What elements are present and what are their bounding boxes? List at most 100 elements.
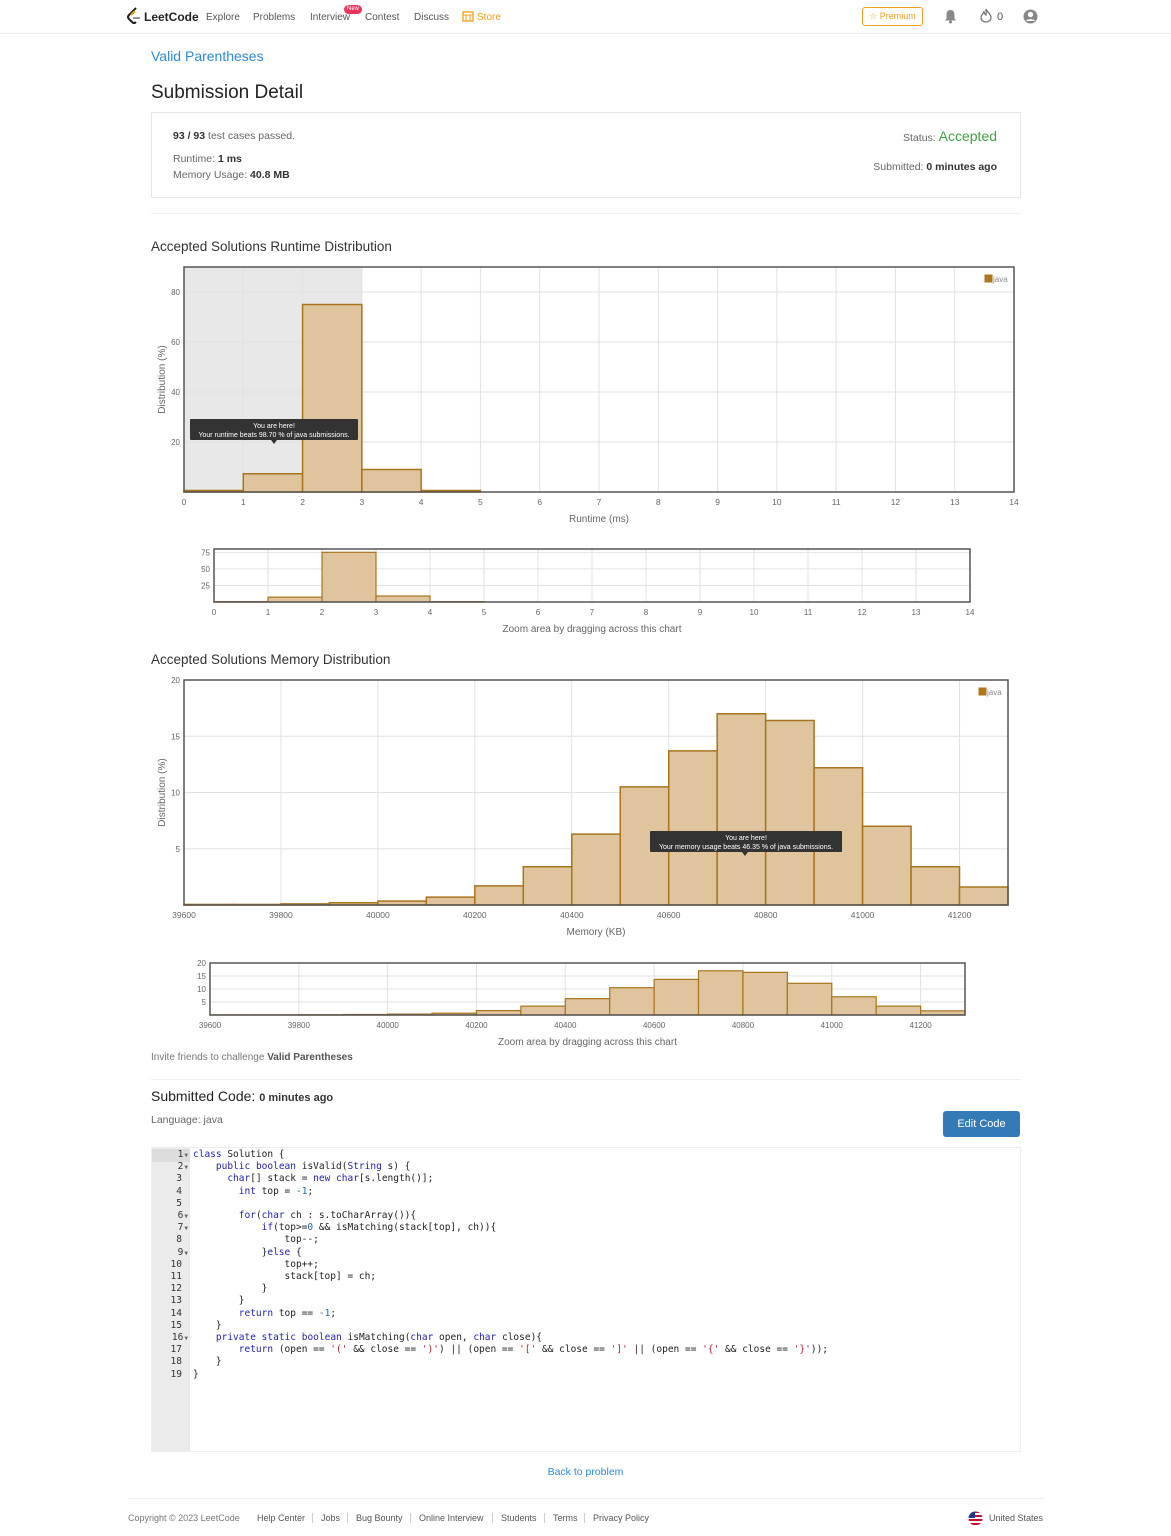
memory-x-tick-label: 40600 bbox=[657, 910, 681, 920]
zoom-runtime-x-tick-label: 2 bbox=[320, 608, 325, 617]
runtime-x-tick-label: 7 bbox=[597, 497, 602, 507]
memory-y-axis-label: Distribution (%) bbox=[157, 758, 168, 826]
memory-bar bbox=[522, 866, 573, 906]
footer-terms[interactable]: Terms bbox=[553, 1513, 578, 1523]
code-line: private static boolean isMatching(char o… bbox=[215, 1332, 543, 1343]
zoom-memory-x-tick-label: 40800 bbox=[732, 1021, 755, 1030]
zoom-memory-x-tick-label: 41000 bbox=[821, 1021, 844, 1030]
runtime-x-tick-label: 1 bbox=[241, 497, 246, 507]
code-line: stack[top] = ch; bbox=[193, 1271, 377, 1282]
memory-x-tick-label: 39600 bbox=[172, 910, 196, 920]
memory-x-axis-label: Memory (KB) bbox=[567, 927, 626, 938]
memory-y-tick-label: 10 bbox=[171, 789, 180, 798]
fold-arrow-icon[interactable]: ▼ bbox=[184, 1335, 188, 1342]
footer-bug-bounty[interactable]: Bug Bounty bbox=[356, 1513, 403, 1523]
zoom-memory-x-tick-label: 40600 bbox=[643, 1021, 666, 1030]
runtime-x-tick-label: 10 bbox=[772, 497, 782, 507]
code-line: char[] stack = new char[s.length()]; bbox=[227, 1173, 434, 1185]
runtime-x-tick-label: 6 bbox=[537, 497, 542, 507]
runtime-y-axis-label: Distribution (%) bbox=[157, 345, 168, 413]
runtime-x-tick-label: 9 bbox=[715, 497, 720, 507]
fold-arrow-icon[interactable]: ▼ bbox=[184, 1152, 188, 1159]
runtime-x-axis-label: Runtime (ms) bbox=[569, 514, 629, 525]
zoom-memory-bar bbox=[609, 987, 655, 1016]
zoom-runtime-x-tick-label: 4 bbox=[428, 608, 433, 617]
runtime-x-tick-label: 3 bbox=[359, 497, 364, 507]
runtime-legend-label: java bbox=[992, 275, 1008, 284]
zoom-memory-bar bbox=[831, 996, 877, 1016]
zoom-memory-bar bbox=[875, 1005, 922, 1016]
zoom-runtime-x-tick-label: 8 bbox=[644, 608, 649, 617]
language-label: Language: java bbox=[151, 1114, 223, 1126]
zoom-memory-bar bbox=[520, 1005, 566, 1016]
distribution-charts[interactable]: 0 1 2 3 4 5 6 7 8 9 10 11 12 13 1420406080Runtime (ms)… bbox=[0, 0, 1171, 1060]
zoom-runtime-x-tick-label: 5 bbox=[482, 608, 487, 617]
footer-online-interview[interactable]: Online Interview bbox=[419, 1513, 484, 1523]
divider bbox=[151, 1079, 1021, 1080]
memory-tooltip-line2: Your memory usage beats 46.35 % of java … bbox=[659, 844, 833, 851]
fold-arrow-icon[interactable]: ▼ bbox=[184, 1164, 188, 1171]
memory-x-tick-label: 41000 bbox=[851, 910, 875, 920]
memory-y-tick-label: 15 bbox=[171, 732, 180, 741]
line-number: 15 bbox=[170, 1319, 182, 1331]
line-number: 8 bbox=[176, 1234, 182, 1246]
region-selector[interactable]: United States bbox=[989, 1513, 1043, 1523]
code-line: } bbox=[193, 1295, 245, 1307]
runtime-bar bbox=[301, 303, 363, 493]
runtime-x-tick-label: 11 bbox=[832, 497, 841, 507]
code-editor[interactable]: 1▼ 2▼ 3 4 5 6▼ 7▼ 8 9▼ 10 11 12 13 14 15 16▼ 17 18 19 clas… bbox=[151, 1147, 1021, 1452]
edit-code-button[interactable]: Edit Code bbox=[943, 1111, 1020, 1137]
back-to-problem-link[interactable]: Back to problem bbox=[0, 1466, 1171, 1478]
line-number: 10 bbox=[170, 1258, 182, 1270]
footer-help-center[interactable]: Help Center bbox=[257, 1513, 305, 1523]
memory-bar bbox=[667, 750, 718, 906]
runtime-tooltip-line1: You are here! bbox=[253, 423, 295, 430]
footer-privacy-policy[interactable]: Privacy Policy bbox=[593, 1513, 649, 1523]
line-number: 14 bbox=[170, 1307, 182, 1319]
fold-arrow-icon[interactable]: ▼ bbox=[184, 1250, 188, 1257]
runtime-bar bbox=[242, 473, 304, 493]
footer-separator bbox=[410, 1513, 411, 1523]
line-number: 3 bbox=[176, 1173, 182, 1185]
memory-legend-label: java bbox=[986, 688, 1002, 697]
footer-separator bbox=[312, 1513, 313, 1523]
line-number: 5 bbox=[176, 1197, 182, 1209]
code-line: } bbox=[193, 1283, 268, 1295]
code-line: return (open == '(' && close == ')') || … bbox=[238, 1344, 829, 1356]
code-line: for(char ch : s.toCharArray()){ bbox=[238, 1210, 417, 1221]
runtime-x-tick-label: 0 bbox=[182, 497, 187, 507]
zoom-memory-y-tick-label: 15 bbox=[197, 972, 206, 981]
zoom-runtime-label: Zoom area by dragging across this chart bbox=[503, 624, 682, 635]
code-line: class Solution { bbox=[193, 1149, 285, 1160]
runtime-x-tick-label: 12 bbox=[891, 497, 901, 507]
zoom-runtime-x-tick-label: 13 bbox=[912, 608, 921, 617]
memory-x-tick-label: 40000 bbox=[366, 910, 390, 920]
zoom-runtime-x-tick-label: 6 bbox=[536, 608, 541, 617]
line-number: 12 bbox=[170, 1283, 182, 1295]
memory-tooltip-line1: You are here! bbox=[725, 835, 767, 842]
zoom-memory-bar bbox=[564, 998, 611, 1016]
line-number: 17 bbox=[170, 1344, 182, 1356]
code-line: }else { bbox=[193, 1246, 302, 1258]
memory-x-tick-label: 41200 bbox=[948, 910, 972, 920]
footer-separator bbox=[544, 1513, 545, 1523]
fold-arrow-icon[interactable]: ▼ bbox=[184, 1225, 188, 1232]
memory-y-tick-label: 20 bbox=[171, 676, 180, 685]
footer-students[interactable]: Students bbox=[501, 1513, 537, 1523]
footer-jobs[interactable]: Jobs bbox=[321, 1513, 340, 1523]
line-number: 4 bbox=[176, 1185, 182, 1197]
memory-bar bbox=[474, 885, 525, 906]
memory-x-tick-label: 40400 bbox=[560, 910, 584, 920]
zoom-runtime-bar bbox=[375, 595, 431, 603]
fold-arrow-icon[interactable]: ▼ bbox=[184, 1213, 188, 1220]
runtime-y-tick-label: 20 bbox=[171, 438, 180, 447]
copyright: Copyright © 2023 LeetCode bbox=[128, 1513, 240, 1523]
zoom-runtime-x-tick-label: 9 bbox=[698, 608, 703, 617]
runtime-x-tick-label: 2 bbox=[300, 497, 305, 507]
zoom-memory-y-tick-label: 20 bbox=[197, 959, 206, 968]
runtime-tooltip-line2: Your runtime beats 98.70 % of java submi… bbox=[198, 432, 349, 439]
zoom-memory-x-tick-label: 40400 bbox=[554, 1021, 577, 1030]
memory-bar bbox=[910, 866, 961, 906]
memory-bar bbox=[861, 825, 912, 906]
footer: Copyright © 2023 LeetCode Help Center Jo… bbox=[128, 1498, 1044, 1536]
